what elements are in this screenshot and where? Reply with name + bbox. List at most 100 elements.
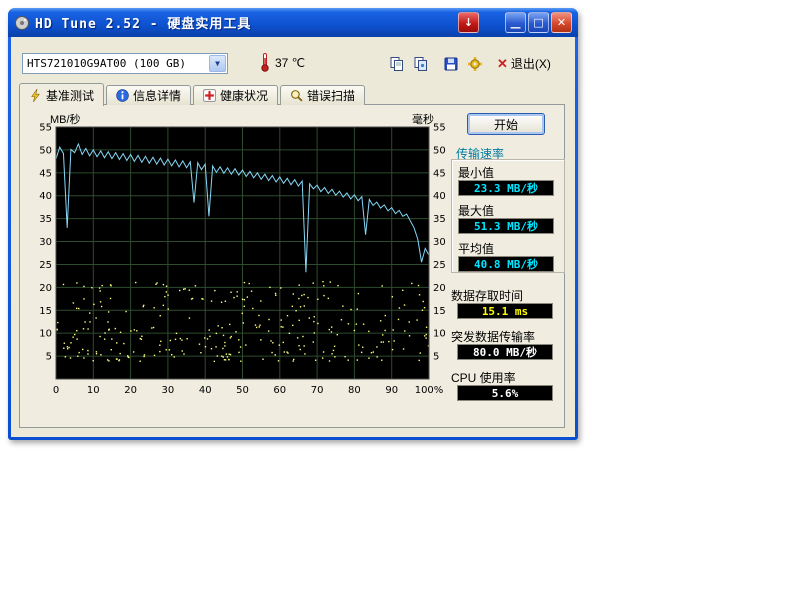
access-time-dot: [301, 295, 302, 296]
access-time-dot: [78, 352, 79, 353]
access-time-dot: [101, 285, 102, 286]
access-time-dot: [175, 339, 176, 340]
access-time-dot: [238, 352, 239, 353]
tab-benchmark[interactable]: 基准测试: [19, 83, 104, 106]
access-time-dot: [224, 359, 225, 360]
access-time-dot: [209, 329, 210, 330]
access-time-dot: [153, 307, 154, 308]
access-time-dot: [83, 298, 84, 299]
titlebar-download-button[interactable]: ↓: [458, 12, 479, 33]
access-time-dot: [70, 357, 71, 358]
access-time-dot: [224, 342, 225, 343]
access-time-dot: [424, 307, 425, 308]
access-time-dot: [100, 354, 101, 355]
benchmark-panel: MB/秒 毫秒 55555050454540403535303025252020…: [19, 104, 565, 428]
access-time-dot: [216, 333, 217, 334]
thermometer-icon: [259, 52, 271, 72]
access-time-dot: [334, 356, 335, 357]
access-time-dot: [337, 334, 338, 335]
copy-screenshot-button[interactable]: [411, 54, 431, 74]
access-time-dot: [331, 353, 332, 354]
access-time-dot: [140, 361, 141, 362]
access-time-dot: [270, 340, 271, 341]
access-time-dot: [281, 319, 282, 320]
access-time-dot: [293, 360, 294, 361]
access-time-dot: [99, 287, 100, 288]
maximize-button[interactable]: □: [528, 12, 549, 33]
access-time-dot: [282, 326, 283, 327]
avg-value: 40.8 MB/秒: [458, 256, 554, 272]
access-time-dot: [107, 359, 108, 360]
magnifier-icon: [290, 89, 303, 102]
access-time-dot: [144, 354, 145, 355]
access-time-dot: [314, 316, 315, 317]
minimize-button[interactable]: —: [505, 12, 526, 33]
access-time-dot: [183, 353, 184, 354]
start-button[interactable]: 开始: [467, 113, 545, 135]
access-time-dot: [399, 307, 400, 308]
copy-text-button[interactable]: [387, 54, 407, 74]
access-time-dot: [268, 330, 269, 331]
access-time-dot: [72, 336, 73, 337]
access-time-dot: [63, 348, 64, 349]
access-time-dot: [358, 293, 359, 294]
axis-tick-label: 10: [433, 329, 446, 340]
tab-error-scan[interactable]: 错误扫描: [280, 85, 365, 105]
access-time-dot: [166, 291, 167, 292]
tab-label: 健康状况: [220, 87, 268, 104]
access-time-dot: [362, 347, 363, 348]
avg-label: 平均值: [458, 240, 494, 257]
access-time-dot: [392, 349, 393, 350]
exit-button[interactable]: ✕ 退出(X): [497, 55, 551, 72]
access-time-dot: [136, 330, 137, 331]
access-time-dot: [110, 284, 111, 285]
temperature-value: 37 ℃: [275, 56, 305, 70]
axis-tick-label: 30: [162, 385, 175, 396]
access-time-dot: [183, 288, 184, 289]
axis-tick-label: 30: [433, 237, 446, 248]
access-time-dot: [100, 301, 101, 302]
access-time-dot: [104, 332, 105, 333]
access-time-dot: [171, 354, 172, 355]
access-time-dot: [357, 359, 358, 360]
axis-tick-label: 40: [433, 191, 446, 202]
access-time-dot: [329, 329, 330, 330]
chevron-down-icon[interactable]: ▼: [209, 55, 226, 72]
access-time-dot: [384, 330, 385, 331]
tab-health[interactable]: 健康状况: [193, 85, 278, 105]
gear-icon: [467, 56, 483, 72]
access-time-dot: [224, 345, 225, 346]
access-time-dot: [240, 361, 241, 362]
access-time-dot: [341, 319, 342, 320]
access-time-dot: [211, 300, 212, 301]
access-time-dot: [84, 321, 85, 322]
access-time-dot: [108, 329, 109, 330]
save-screenshot-button[interactable]: [441, 54, 461, 74]
access-time-dot: [108, 311, 109, 312]
access-time-dot: [200, 352, 201, 353]
access-time-dot: [57, 322, 58, 323]
access-time-dot: [309, 317, 310, 318]
options-button[interactable]: [465, 54, 485, 74]
access-time-dot: [376, 346, 377, 347]
access-time-dot: [259, 326, 260, 327]
access-time-dot: [317, 323, 318, 324]
benchmark-icon: [29, 89, 42, 102]
access-time-dot: [304, 305, 305, 306]
access-time-dot: [231, 336, 232, 337]
drive-select-combobox[interactable]: HTS721010G9AT00 (100 GB) ▼: [22, 53, 228, 74]
access-time-dot: [226, 353, 227, 354]
access-time-dot: [229, 324, 230, 325]
access-time-dot: [96, 353, 97, 354]
access-time-dot: [303, 345, 304, 346]
access-time-dot: [211, 348, 212, 349]
close-button[interactable]: ✕: [551, 12, 572, 33]
access-time-dot: [130, 330, 131, 331]
tab-info[interactable]: 信息详情: [106, 85, 191, 105]
access-time-dot: [221, 355, 222, 356]
access-time-dot: [244, 299, 245, 300]
access-time-dot: [225, 301, 226, 302]
access-time-dot: [245, 344, 246, 345]
access-time-dot: [422, 310, 423, 311]
axis-tick-label: 40: [39, 191, 52, 202]
